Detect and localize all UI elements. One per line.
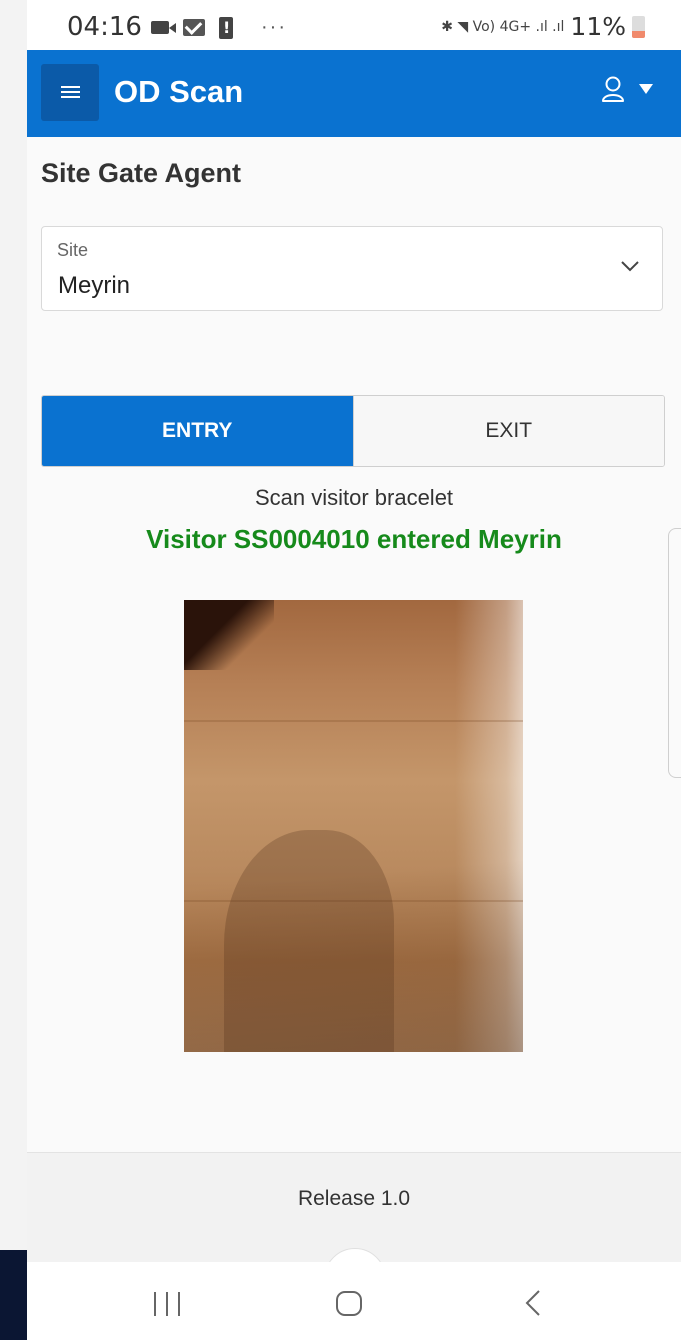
- scan-result-message: Visitor SS0004010 entered Meyrin: [146, 524, 562, 554]
- screen-edge-dark: [0, 1250, 27, 1340]
- app-screen: 04:16 ··· ✱ ◥ Vo) 4G+ .ıl .ıl 11% OD Sca…: [27, 0, 681, 1340]
- camera-texture: [184, 720, 523, 722]
- status-right: ✱ ◥ Vo) 4G+ .ıl .ıl 11%: [441, 12, 645, 41]
- signal-icons: ✱ ◥ Vo) 4G+ .ıl .ıl: [441, 18, 565, 35]
- status-time: 04:16: [67, 12, 142, 42]
- entry-button[interactable]: ENTRY: [42, 396, 353, 466]
- entry-exit-toggle: ENTRY EXIT: [41, 395, 665, 467]
- app-bar: OD Scan: [27, 50, 681, 137]
- site-select-label: Site: [57, 240, 89, 260]
- site-select[interactable]: Site Meyrin: [41, 226, 663, 311]
- user-icon: [602, 76, 624, 102]
- side-panel-handle[interactable]: [668, 528, 681, 778]
- chevron-down-icon: [621, 261, 639, 272]
- status-bar: 04:16 ··· ✱ ◥ Vo) 4G+ .ıl .ıl 11%: [27, 0, 681, 50]
- site-select-value: Meyrin: [58, 272, 131, 299]
- battery-icon: [632, 15, 645, 38]
- more-notifications-icon: ···: [261, 16, 287, 38]
- back-icon[interactable]: [525, 1289, 541, 1317]
- video-call-icon: [151, 21, 176, 34]
- battery-percent: 11%: [570, 12, 626, 41]
- app-title: OD Scan: [114, 74, 244, 109]
- screen-edge: [0, 0, 27, 1340]
- exit-button[interactable]: EXIT: [352, 396, 664, 466]
- caret-down-icon: [639, 84, 653, 94]
- hamburger-icon: [60, 86, 80, 99]
- camera-shadow: [224, 830, 394, 1052]
- user-menu-button[interactable]: [601, 76, 653, 102]
- camera-corner: [184, 600, 274, 670]
- scan-instruction: Scan visitor bracelet: [254, 485, 454, 510]
- page-title: Site Gate Agent: [41, 158, 242, 188]
- mail-icon: [183, 19, 205, 36]
- system-nav-bar: [27, 1262, 681, 1340]
- home-icon[interactable]: [336, 1291, 362, 1316]
- camera-preview: [184, 600, 523, 1052]
- menu-button[interactable]: [41, 64, 99, 121]
- status-notification-icons: ···: [151, 16, 287, 39]
- recents-icon[interactable]: [154, 1292, 180, 1316]
- release-version: Release 1.0: [297, 1187, 411, 1210]
- alert-icon: [219, 16, 233, 39]
